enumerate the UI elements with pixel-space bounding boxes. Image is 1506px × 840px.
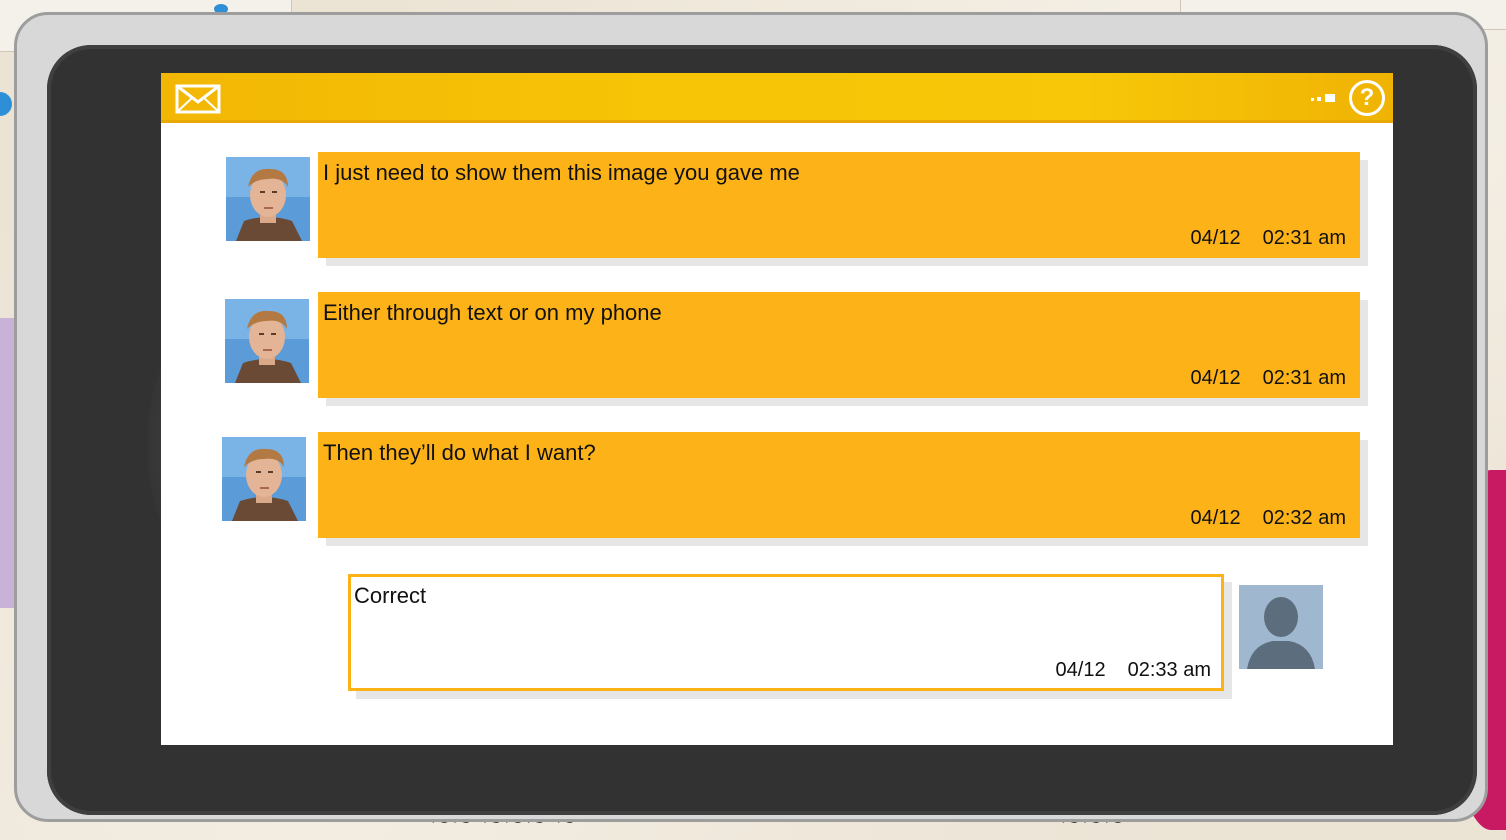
message-time: 02:32 am	[1262, 507, 1346, 529]
message-time: 02:33 am	[1127, 659, 1211, 681]
help-icon[interactable]: ?	[1349, 80, 1385, 116]
messages-screen: ? I just need to show them this image yo…	[161, 73, 1393, 745]
contact-avatar	[222, 437, 306, 521]
person-silhouette-icon	[1239, 585, 1323, 669]
message-date: 04/12	[1190, 367, 1241, 389]
contact-avatar	[225, 299, 309, 383]
message-bubble-outgoing: Correct 04/12 02:33 am	[348, 574, 1224, 691]
screen-header: ?	[161, 73, 1393, 123]
message-bubble-incoming: Either through text or on my phone 04/12…	[318, 292, 1360, 398]
envelope-icon[interactable]	[175, 83, 221, 115]
message-text: I just need to show them this image you …	[323, 160, 800, 185]
signal-icon	[1311, 94, 1335, 102]
contact-portrait-icon	[222, 437, 306, 521]
message-text: Then they’ll do what I want?	[323, 440, 596, 465]
message-bubble-incoming: I just need to show them this image you …	[318, 152, 1360, 258]
message-timestamp: 04/12 02:32 am	[1191, 507, 1346, 530]
message-time: 02:31 am	[1262, 367, 1346, 389]
message-date: 04/12	[1055, 659, 1106, 681]
message-time: 02:31 am	[1262, 227, 1346, 249]
message-text: Correct	[354, 583, 427, 608]
contact-portrait-icon	[226, 157, 310, 241]
self-avatar	[1239, 585, 1323, 669]
message-bubble-incoming: Then they’ll do what I want? 04/12 02:32 …	[318, 432, 1360, 538]
message-timestamp: 04/12 02:31 am	[1191, 367, 1346, 390]
contact-portrait-icon	[225, 299, 309, 383]
blue-dot	[0, 92, 12, 116]
message-date: 04/12	[1190, 507, 1241, 529]
message-timestamp: 04/12 02:31 am	[1191, 227, 1346, 250]
message-date: 04/12	[1190, 227, 1241, 249]
message-timestamp: 04/12 02:33 am	[1056, 659, 1211, 682]
message-text: Either through text or on my phone	[323, 300, 662, 325]
contact-avatar	[226, 157, 310, 241]
